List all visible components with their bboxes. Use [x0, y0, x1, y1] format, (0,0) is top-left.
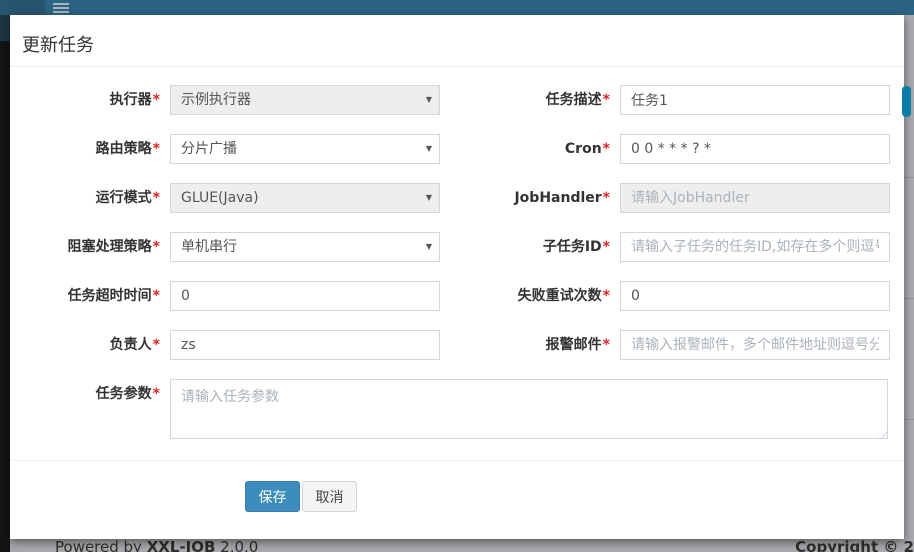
label-job-handler: JobHandler*: [460, 183, 610, 213]
dimmed-sidebar: [0, 15, 10, 552]
cron-input[interactable]: [620, 134, 890, 164]
chevron-down-icon: ▼: [426, 86, 432, 114]
job-param-textarea[interactable]: [170, 379, 888, 439]
executor-select: 示例执行器 ▼: [170, 85, 440, 115]
navbar-logo-area: [0, 0, 45, 15]
chevron-down-icon: ▼: [426, 135, 432, 163]
update-job-modal: 更新任务 执行器* 示例执行器 ▼ 任务描述* 路由策略* 分片广播 ▼ Cro…: [10, 15, 904, 539]
brand-name: XXL-JOB: [147, 539, 216, 552]
job-desc-input[interactable]: [620, 85, 890, 115]
job-param-field: [170, 379, 888, 439]
label-timeout: 任务超时时间*: [10, 281, 160, 311]
dimmed-sidebar-header: [0, 15, 10, 41]
label-executor: 执行器*: [10, 85, 160, 115]
required-asterisk: *: [603, 337, 610, 353]
executor-select-value: 示例执行器: [181, 92, 251, 108]
required-asterisk: *: [153, 386, 160, 402]
chevron-down-icon: ▼: [426, 184, 432, 212]
required-asterisk: *: [153, 141, 160, 157]
label-cron: Cron*: [460, 134, 610, 164]
child-jobid-input[interactable]: [620, 232, 890, 262]
cancel-button[interactable]: 取消: [302, 481, 357, 512]
page-footer: Powered by XXL-JOB 2.0.0 Copyright © 2: [10, 539, 914, 552]
top-navbar: [0, 0, 914, 15]
hamburger-icon[interactable]: [53, 3, 69, 15]
form-row: 任务超时时间* 失败重试次数*: [10, 281, 904, 311]
label-author: 负责人*: [10, 330, 160, 360]
save-button[interactable]: 保存: [245, 481, 300, 512]
label-job-param: 任务参数*: [10, 379, 160, 409]
glue-type-select-value: GLUE(Java): [181, 190, 259, 206]
bg-table-line: [904, 298, 914, 299]
powered-by-text: Powered by XXL-JOB 2.0.0: [55, 539, 258, 552]
required-asterisk: *: [603, 239, 610, 255]
label-job-desc: 任务描述*: [460, 85, 610, 115]
title-divider: [10, 66, 904, 67]
required-asterisk: *: [153, 288, 160, 304]
required-asterisk: *: [603, 92, 610, 108]
job-handler-input: [620, 183, 890, 213]
route-strategy-select[interactable]: 分片广播 ▼: [170, 134, 440, 164]
label-block-strategy: 阻塞处理策略*: [10, 232, 160, 262]
form-row: 运行模式* GLUE(Java) ▼ JobHandler*: [10, 183, 904, 213]
label-retry-count: 失败重试次数*: [460, 281, 610, 311]
alarm-email-input[interactable]: [620, 330, 890, 360]
label-route-strategy: 路由策略*: [10, 134, 160, 164]
required-asterisk: *: [603, 190, 610, 206]
label-alarm-email: 报警邮件*: [460, 330, 610, 360]
retry-count-input[interactable]: [620, 281, 890, 311]
label-glue-type: 运行模式*: [10, 183, 160, 213]
timeout-input[interactable]: [170, 281, 440, 311]
bg-table-line: [904, 419, 914, 420]
footer-divider: [10, 460, 904, 461]
scrollbar-thumb[interactable]: [902, 86, 911, 117]
block-strategy-select-value: 单机串行: [181, 239, 237, 255]
form-row: 负责人* 报警邮件*: [10, 330, 904, 360]
route-strategy-select-value: 分片广播: [181, 141, 237, 157]
label-child-jobid: 子任务ID*: [460, 232, 610, 262]
glue-type-select: GLUE(Java) ▼: [170, 183, 440, 213]
block-strategy-select[interactable]: 单机串行 ▼: [170, 232, 440, 262]
bg-table-line: [904, 177, 914, 178]
required-asterisk: *: [603, 288, 610, 304]
author-input[interactable]: [170, 330, 440, 360]
form-row: 阻塞处理策略* 单机串行 ▼ 子任务ID*: [10, 232, 904, 262]
required-asterisk: *: [153, 239, 160, 255]
modal-title: 更新任务: [22, 31, 94, 57]
required-asterisk: *: [153, 337, 160, 353]
form-row: 执行器* 示例执行器 ▼ 任务描述*: [10, 85, 904, 115]
required-asterisk: *: [603, 141, 610, 157]
required-asterisk: *: [153, 92, 160, 108]
copyright-text: Copyright © 2: [795, 539, 914, 552]
chevron-down-icon: ▼: [426, 233, 432, 261]
required-asterisk: *: [153, 190, 160, 206]
form-row: 路由策略* 分片广播 ▼ Cron*: [10, 134, 904, 164]
